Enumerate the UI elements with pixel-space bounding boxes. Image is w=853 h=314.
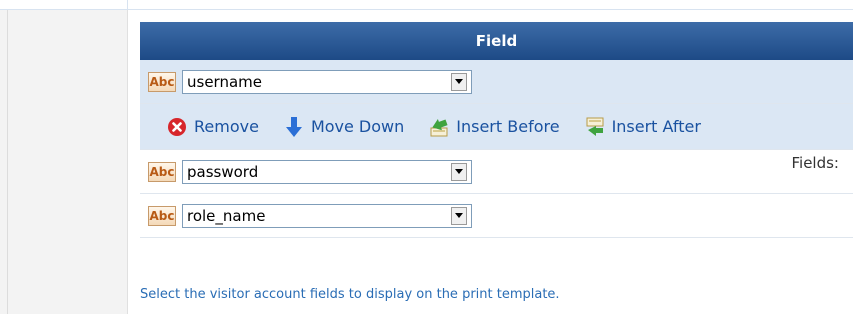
text-field-icon: Abc — [148, 161, 176, 182]
insert-before-button[interactable]: Insert Before — [428, 116, 560, 138]
left-edge-line — [7, 10, 8, 314]
label-column — [0, 10, 128, 314]
text-field-icon: Abc — [148, 71, 176, 92]
chevron-down-icon[interactable] — [451, 206, 467, 225]
field-select-value: password — [187, 162, 259, 181]
remove-button[interactable]: Remove — [166, 116, 259, 138]
move-down-label: Move Down — [310, 117, 405, 136]
remove-label: Remove — [194, 117, 259, 136]
table-header-label: Field — [475, 32, 518, 50]
fields-table: Field Abc username Remove Move Down Inse… — [140, 22, 853, 302]
chevron-down-icon[interactable] — [451, 162, 467, 181]
insert-after-icon — [584, 116, 606, 138]
text-field-icon: Abc — [148, 205, 176, 226]
insert-before-label: Insert Before — [456, 117, 560, 136]
top-divider-separator — [127, 0, 128, 10]
remove-icon — [166, 116, 188, 138]
table-header: Field — [140, 22, 853, 60]
insert-after-label: Insert After — [611, 117, 701, 136]
insert-before-icon — [428, 116, 450, 138]
field-select-username[interactable]: username — [182, 69, 472, 94]
row-actions: Remove Move Down Insert Before Insert Af… — [140, 104, 853, 150]
arrow-down-icon — [283, 116, 305, 138]
field-row-password[interactable]: Abc password — [140, 150, 853, 194]
field-select-role-name[interactable]: role_name — [182, 203, 472, 228]
field-row-username[interactable]: Abc username — [140, 60, 853, 104]
insert-after-button[interactable]: Insert After — [584, 116, 701, 138]
field-select-password[interactable]: password — [182, 159, 472, 184]
move-down-button[interactable]: Move Down — [283, 116, 404, 138]
field-row-role-name[interactable]: Abc role_name — [140, 194, 853, 238]
field-select-value: role_name — [187, 206, 266, 225]
field-select-value: username — [187, 72, 262, 91]
fields-editor-page: Fields: Field Abc username Remove Move D… — [0, 0, 853, 314]
chevron-down-icon[interactable] — [451, 72, 467, 91]
fields-hint: Select the visitor account fields to dis… — [140, 287, 560, 302]
